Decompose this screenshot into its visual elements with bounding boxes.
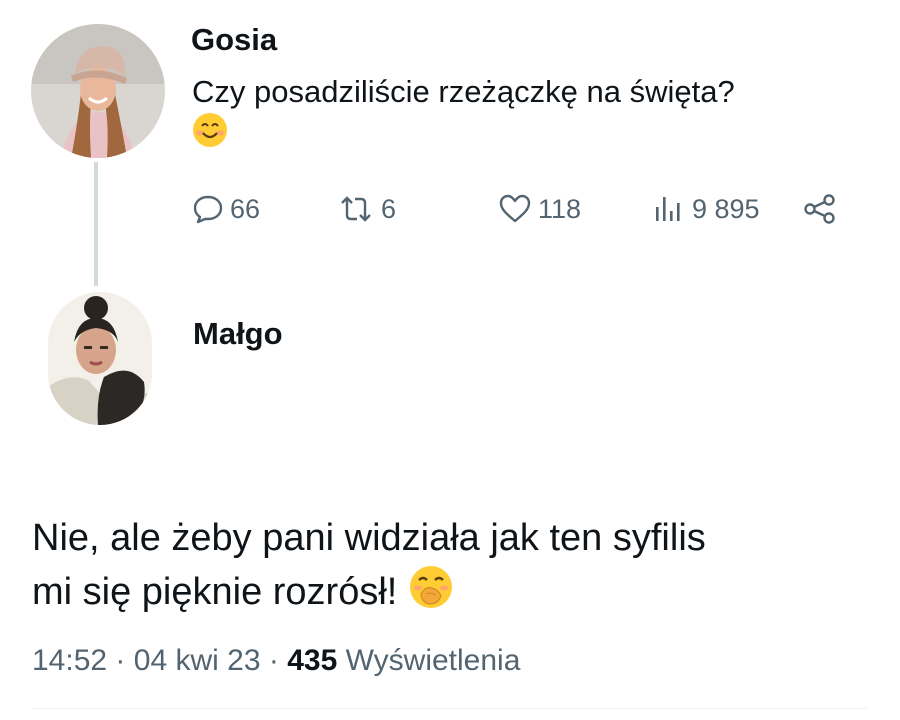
reply-count: 66 — [230, 193, 261, 224]
views-icon — [656, 197, 680, 221]
reply-icon — [193, 195, 223, 224]
face-with-hand-over-mouth-emoji — [408, 564, 454, 624]
reply-text: Nie, ale żeby pani widziała jak ten syfi… — [32, 512, 872, 624]
reply-views-label: Wyświetlenia — [345, 644, 521, 677]
reply-views-count: 435 — [287, 644, 338, 677]
reply-date[interactable]: 04 kwi 23 — [134, 644, 261, 677]
reply-button[interactable]: 66 — [192, 193, 260, 225]
repost-count: 6 — [381, 193, 397, 224]
reply-text-line1: Nie, ale żeby pani widziała jak ten syfi… — [32, 517, 706, 559]
views-button[interactable]: 9 895 — [652, 193, 760, 225]
avatar-malgo[interactable] — [48, 292, 152, 425]
repost-button[interactable]: 6 — [337, 193, 396, 225]
avatar-gosia[interactable] — [31, 24, 165, 158]
reply-author-name[interactable]: Małgo — [193, 316, 283, 352]
reply-time[interactable]: 14:52 — [32, 644, 107, 677]
share-icon — [804, 194, 835, 224]
share-button[interactable] — [802, 193, 844, 225]
divider — [32, 708, 868, 709]
meta-separator: · — [115, 644, 126, 677]
like-count: 118 — [538, 193, 582, 224]
author-name[interactable]: Gosia — [191, 22, 277, 58]
post-text: Czy posadziliście rzeżączkę na święta? — [192, 72, 882, 158]
post-text-content: Czy posadziliście rzeżączkę na święta? — [192, 74, 735, 109]
reply-text-line2: mi się pięknie rozrósł! — [32, 571, 398, 614]
like-button[interactable]: 118 — [498, 193, 581, 225]
views-count: 9 895 — [692, 193, 760, 224]
post-actions: 66 6 118 9 895 — [192, 193, 842, 233]
repost-icon — [341, 196, 371, 222]
heart-icon — [499, 194, 531, 223]
reply-meta: 14:52 · 04 kwi 23 · 435 Wyświetlenia — [32, 644, 520, 678]
thread-line — [94, 162, 98, 286]
meta-separator: · — [268, 644, 279, 677]
smiling-face-emoji — [192, 112, 228, 158]
